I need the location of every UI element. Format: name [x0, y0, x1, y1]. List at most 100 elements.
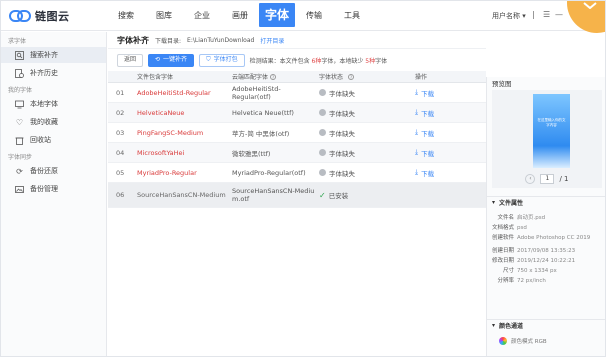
- preview-phone-text: 在这里输入你的文字内容: [537, 118, 566, 127]
- col-header-op: 操作: [415, 74, 428, 81]
- sidebar-item-backup-manage[interactable]: 备份管理: [1, 181, 106, 197]
- nav-album[interactable]: 画册: [221, 1, 259, 31]
- row-font-name: MicrosoftYaHei: [137, 148, 185, 157]
- minimize-icon[interactable]: —: [555, 10, 563, 19]
- help-icon[interactable]: ?: [348, 73, 355, 80]
- download-button[interactable]: ⤓ 下载: [415, 148, 486, 158]
- table-row[interactable]: 03 PingFangSC-Medium 苹方-简 中黑体(otf) 字体缺失 …: [108, 123, 486, 143]
- font-pack-label: 字体打包: [213, 56, 238, 63]
- one-click-fill-button[interactable]: ⟲ 一键补齐: [148, 53, 195, 67]
- heart-icon: ♡: [15, 117, 24, 127]
- prop-value: Adobe Photoshop CC 2019: [517, 235, 591, 241]
- nav-enterprise[interactable]: 企业: [183, 1, 221, 31]
- check-result: 检测结果：本文件包含 6种字体，本地缺少 5种字体: [250, 56, 388, 65]
- row-status: 字体缺失: [319, 168, 415, 178]
- download-label: 下载: [421, 89, 435, 98]
- row-index: 01: [116, 88, 125, 97]
- download-label: 下载: [421, 109, 435, 118]
- prop-value: 2019/12/24 10:22:21: [517, 258, 576, 264]
- sidebar-item-search-fill[interactable]: 搜索补齐: [1, 47, 106, 63]
- sync-icon: ⟳: [16, 166, 23, 176]
- toolbar: 返回 ⟲ 一键补齐 ⛉ 字体打包 检测结果：本文件包含 6种字体，本地缺少 5种…: [108, 49, 486, 71]
- nav-gallery[interactable]: 图库: [145, 1, 183, 31]
- main-nav: 搜索 图库 企业 画册 字体 传输 工具: [107, 1, 371, 31]
- prop-value: 2017/09/08 13:35:23: [517, 248, 576, 254]
- app-window: 链图云 搜索 图库 企业 画册 字体 传输 工具 用户名称 ▾ | ☰ — 求字…: [0, 0, 606, 357]
- row-font-name: SourceHanSansCN-Medium: [137, 191, 226, 199]
- missing-font-count: 5种: [365, 57, 376, 65]
- row-status: ✓ 已安装: [319, 190, 415, 201]
- sidebar-group-label: 求字体: [8, 38, 27, 45]
- download-button[interactable]: ⤓ 下载: [415, 108, 486, 118]
- sidebar-item-label: 本地字体: [30, 100, 58, 108]
- check-icon: ✓: [319, 190, 326, 200]
- download-icon: ⤓: [415, 88, 419, 96]
- color-channel-title: 颜色通道: [499, 323, 524, 330]
- prop-value: 启动页.psd: [517, 215, 546, 221]
- page-input[interactable]: 1: [540, 174, 555, 184]
- sidebar: 求字体 搜索补齐 补齐历史 我的字体 本地字体 ♡ 我的收藏 回收站 字体同步 …: [1, 32, 107, 356]
- file-props-header[interactable]: ▾ 文件属性: [487, 196, 605, 208]
- help-icon[interactable]: ?: [270, 74, 277, 80]
- missing-status-icon: [319, 89, 326, 96]
- prev-page-button[interactable]: ‹: [525, 174, 536, 184]
- sidebar-item-fill-history[interactable]: 补齐历史: [1, 65, 106, 81]
- open-dir-link[interactable]: 打开目录: [260, 36, 284, 45]
- row-status-label: 字体缺失: [329, 129, 355, 138]
- row-index: 02: [116, 108, 125, 117]
- row-index: 05: [116, 168, 125, 177]
- table-header: 文件包含字体 云端匹配字体? 字体状态? 操作: [108, 71, 486, 83]
- download-button[interactable]: ⤓ 下载: [415, 128, 486, 138]
- menu-icon[interactable]: ☰: [543, 10, 550, 19]
- sidebar-item-favorites[interactable]: ♡ 我的收藏: [1, 114, 106, 130]
- preview-thumbnail[interactable]: 在这里输入你的文字内容: [533, 94, 570, 168]
- table-row[interactable]: 02 HelveticaNeue Helvetica Neue(ttf) 字体缺…: [108, 103, 486, 123]
- table-row[interactable]: 04 MicrosoftYaHei 微软雅黑(ttf) 字体缺失 ⤓ 下载: [108, 143, 486, 163]
- row-status: 字体缺失: [319, 148, 415, 158]
- download-icon: ⤓: [415, 168, 419, 176]
- download-button[interactable]: ⤓ 下载: [415, 168, 486, 178]
- nav-transfer[interactable]: 传输: [295, 1, 333, 31]
- back-button-label: 返回: [124, 56, 137, 63]
- app-logo[interactable]: 链图云: [9, 8, 70, 24]
- prop-key: 文件名: [497, 215, 514, 221]
- color-mode-label: 颜色模式 RGB: [511, 339, 547, 345]
- download-icon: ⤓: [415, 128, 419, 136]
- sidebar-item-label: 回收站: [30, 136, 51, 144]
- row-status-label: 字体缺失: [329, 149, 355, 158]
- sidebar-item-recycle-bin[interactable]: 回收站: [1, 132, 106, 148]
- right-panel: 预览图 在这里输入你的文字内容 ‹ 1 / 1 ▾ 文件属性 文件名 启动页.ps…: [486, 77, 605, 356]
- color-channel-header[interactable]: ▾ 颜色通道: [487, 319, 605, 331]
- sidebar-item-local-fonts[interactable]: 本地字体: [1, 96, 106, 112]
- prop-row: 分辨率 72 px/inch: [487, 277, 605, 286]
- user-menu[interactable]: 用户名称 ▾: [492, 11, 526, 21]
- history-icon: [15, 68, 24, 78]
- back-button[interactable]: 返回: [117, 53, 144, 67]
- col-header-status: 字体状态?: [319, 72, 415, 81]
- row-match-font: SourceHanSansCN-Medium.otf: [232, 187, 315, 203]
- divider-icon: |: [532, 10, 535, 19]
- font-pack-button[interactable]: ⛉ 字体打包: [199, 53, 245, 67]
- prop-row: 文档格式 psd: [487, 224, 605, 233]
- sidebar-item-label: 备份管理: [30, 185, 58, 193]
- nav-tools[interactable]: 工具: [333, 1, 371, 31]
- row-index: 04: [116, 148, 125, 157]
- check-mid: 字体，本地缺少: [321, 57, 364, 65]
- download-dir-label: 下载目录:: [155, 37, 182, 45]
- download-button[interactable]: ⤓ 下载: [415, 88, 486, 98]
- sidebar-item-label: 我的收藏: [30, 118, 58, 126]
- table-row[interactable]: 01 AdobeHeitiStd-Regular AdobeHeitiStd-R…: [108, 83, 486, 103]
- file-props-title: 文件属性: [499, 200, 524, 207]
- check-prefix: 检测结果：本文件包含: [249, 57, 310, 65]
- nav-search[interactable]: 搜索: [107, 1, 145, 31]
- image-icon: [15, 185, 24, 194]
- row-match-font: 苹方-简 中黑体(otf): [232, 129, 290, 138]
- one-click-fill-label: 一键补齐: [163, 56, 188, 63]
- table-row[interactable]: 06 SourceHanSansCN-Medium SourceHanSansC…: [108, 183, 486, 208]
- row-font-name: MyriadPro-Regular: [137, 168, 197, 177]
- table-row[interactable]: 05 MyriadPro-Regular MyriadPro-Regular(o…: [108, 163, 486, 183]
- sidebar-item-backup-restore[interactable]: ⟳ 备份还原: [1, 163, 106, 179]
- font-table: 文件包含字体 云端匹配字体? 字体状态? 操作 01 AdobeHeitiStd…: [108, 71, 486, 208]
- row-status: 字体缺失: [319, 128, 415, 138]
- nav-fonts[interactable]: 字体: [259, 3, 296, 27]
